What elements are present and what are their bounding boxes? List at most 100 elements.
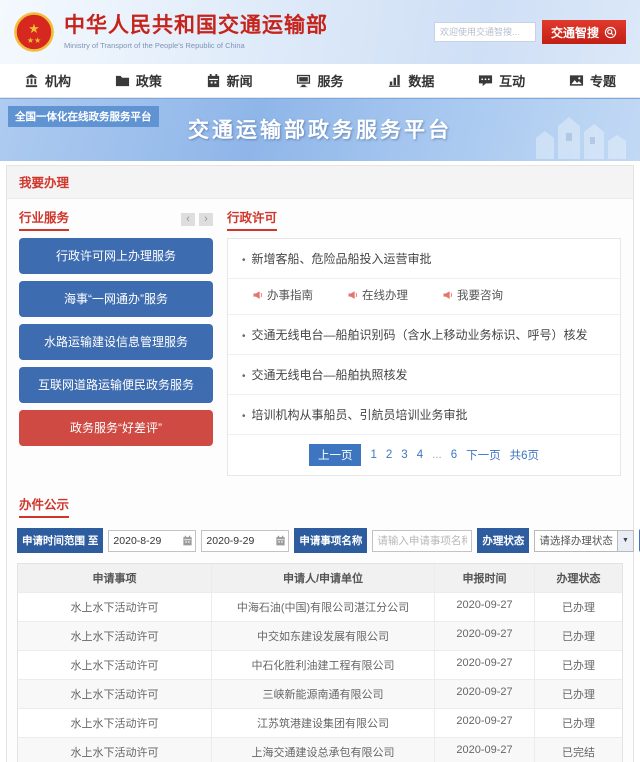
table-header-cell: 申请事项 xyxy=(18,564,211,592)
industry-service-button[interactable]: 海事“一网通办”服务 xyxy=(19,281,213,317)
nav-item-label: 专题 xyxy=(590,71,616,90)
site-subtitle: Ministry of Transport of the People's Re… xyxy=(64,41,328,50)
monitor-icon xyxy=(296,73,311,88)
license-item[interactable]: 培训机构从事船员、引航员培训业务审批 xyxy=(228,395,620,435)
folder-icon xyxy=(115,73,130,88)
bullet-icon xyxy=(242,252,252,266)
table-header-row: 申请事项申请人/申请单位申报时间办理状态 xyxy=(18,564,622,592)
applications-table: 申请事项申请人/申请单位申报时间办理状态 水上水下活动许可中海石油(中国)有限公… xyxy=(17,563,623,762)
nav-item[interactable]: 机构 xyxy=(24,71,71,90)
industry-services-panel: 行业服务 行政许可网上办理服务海事“一网通办”服务水路运输建设信息管理服务互联网… xyxy=(19,207,213,476)
table-cell: 已办理 xyxy=(534,650,622,679)
nav-item[interactable]: 互动 xyxy=(478,71,525,90)
license-item[interactable]: 交通无线电台—船舶执照核发 xyxy=(228,355,620,395)
table-cell: 中交如东建设发展有限公司 xyxy=(211,621,434,650)
license-item-label: 交通无线电台—船舶执照核发 xyxy=(252,368,408,382)
table-row[interactable]: 水上水下活动许可江苏筑港建设集团有限公司2020-09-27已办理 xyxy=(18,708,622,737)
date-to-box xyxy=(201,530,289,552)
pagination-next[interactable]: 下一页 xyxy=(466,447,501,463)
quick-link[interactable]: 我要咨询 xyxy=(442,287,503,303)
megaphone-icon xyxy=(252,289,264,301)
pagination-page[interactable]: 6 xyxy=(451,449,457,461)
pagination-page[interactable]: 2 xyxy=(386,449,392,461)
license-item[interactable]: 交通无线电台—船舶识别码（含水上移动业务标识、呼号）核发 xyxy=(228,315,620,355)
handle-columns: 行业服务 行政许可网上办理服务海事“一网通办”服务水路运输建设信息管理服务互联网… xyxy=(7,199,633,486)
license-item-label: 交通无线电台—船舶识别码（含水上移动业务标识、呼号）核发 xyxy=(252,328,588,342)
industry-services-header: 行业服务 xyxy=(19,207,213,231)
nav-bar: 机构 政策 新闻 服务 数据 互动 专题 xyxy=(0,64,640,98)
page: ★★★ 中华人民共和国交通运输部 Ministry of Transport o… xyxy=(0,0,640,762)
industry-service-button[interactable]: 行政许可网上办理服务 xyxy=(19,238,213,274)
license-item[interactable]: 新增客船、危险品船投入运营审批 xyxy=(228,239,620,279)
pagination-page[interactable]: 3 xyxy=(401,449,407,461)
site-header: ★★★ 中华人民共和国交通运输部 Ministry of Transport o… xyxy=(0,0,640,64)
table-cell: 2020-09-27 xyxy=(434,708,534,737)
pagination-prev[interactable]: 上一页 xyxy=(309,444,362,466)
table-cell: 中海石油(中国)有限公司湛江分公司 xyxy=(211,592,434,621)
notice-section-header: 办件公示 xyxy=(7,486,633,522)
table-row[interactable]: 水上水下活动许可中海石油(中国)有限公司湛江分公司2020-09-27已办理 xyxy=(18,592,622,621)
table-cell: 水上水下活动许可 xyxy=(18,650,211,679)
nav-item[interactable]: 专题 xyxy=(569,71,616,90)
pagination-total: 共6页 xyxy=(510,447,539,463)
table-cell: 水上水下活动许可 xyxy=(18,621,211,650)
bank-icon xyxy=(24,73,39,88)
table-cell: 已办理 xyxy=(534,621,622,650)
bullet-icon xyxy=(242,328,252,342)
quick-link-label: 在线办理 xyxy=(362,287,408,303)
pagination-page[interactable]: 4 xyxy=(417,449,423,461)
nav-item-label: 数据 xyxy=(408,71,434,90)
calendar-icon[interactable] xyxy=(275,535,286,546)
table-cell: 江苏筑港建设集团有限公司 xyxy=(211,708,434,737)
handle-section-bar: 我要办理 xyxy=(7,166,633,199)
table-row[interactable]: 水上水下活动许可三峡新能源南通有限公司2020-09-27已办理 xyxy=(18,679,622,708)
industry-services-title: 行业服务 xyxy=(19,207,69,231)
license-list-panel: 新增客船、危险品船投入运营审批办事指南 在线办理 我要咨询交通无线电台—船舶识别码（… xyxy=(227,238,621,476)
table-body: 水上水下活动许可中海石油(中国)有限公司湛江分公司2020-09-27已办理水上… xyxy=(18,592,622,762)
chevron-right-icon[interactable] xyxy=(199,213,213,226)
table-cell: 已完结 xyxy=(534,737,622,762)
industry-service-button[interactable]: 互联网道路运输便民政务服务 xyxy=(19,367,213,403)
admin-license-header: 行政许可 xyxy=(227,207,621,231)
quick-link-label: 我要咨询 xyxy=(457,287,503,303)
platform-badge: 全国一体化在线政务服务平台 xyxy=(8,106,159,127)
nav-item[interactable]: 服务 xyxy=(296,71,343,90)
quick-link[interactable]: 在线办理 xyxy=(347,287,408,303)
search-input[interactable] xyxy=(434,22,536,42)
nav-item-label: 新闻 xyxy=(227,71,253,90)
table-cell: 2020-09-27 xyxy=(434,679,534,708)
date-range-label: 申请时间范围 至 xyxy=(17,528,103,553)
industry-service-button[interactable]: 水路运输建设信息管理服务 xyxy=(19,324,213,360)
quick-link[interactable]: 办事指南 xyxy=(252,287,313,303)
bar-chart-icon xyxy=(387,73,402,88)
table-cell: 2020-09-27 xyxy=(434,621,534,650)
table-header-cell: 办理状态 xyxy=(534,564,622,592)
nav-item-label: 政策 xyxy=(136,71,162,90)
item-name-input[interactable] xyxy=(372,530,472,552)
nav-item[interactable]: 新闻 xyxy=(206,71,253,90)
status-select-value: 请选择办理状态 xyxy=(539,533,617,548)
chevron-left-icon[interactable] xyxy=(181,213,195,226)
table-row[interactable]: 水上水下活动许可上海交通建设总承包有限公司2020-09-27已完结 xyxy=(18,737,622,762)
date-from-box xyxy=(108,530,196,552)
nav-item[interactable]: 政策 xyxy=(115,71,162,90)
industry-service-button[interactable]: 政务服务“好差评” xyxy=(19,410,213,446)
filter-bar: 申请时间范围 至 申请事项名称 办理状态 请选择办理状态 查询 xyxy=(7,522,633,561)
smart-search-button[interactable]: 交通智搜 xyxy=(542,20,626,44)
license-pagination: 上一页 1234... 6 下一页共6页 xyxy=(228,435,620,475)
site-title-block: 中华人民共和国交通运输部 Ministry of Transport of th… xyxy=(64,14,328,49)
status-select[interactable]: 请选择办理状态 xyxy=(534,530,634,552)
banner: 全国一体化在线政务服务平台 交通运输部政务服务平台 xyxy=(0,98,640,161)
nav-item[interactable]: 数据 xyxy=(387,71,434,90)
table-header-cell: 申报时间 xyxy=(434,564,534,592)
table-row[interactable]: 水上水下活动许可中交如东建设发展有限公司2020-09-27已办理 xyxy=(18,621,622,650)
calendar-icon[interactable] xyxy=(182,535,193,546)
pagination-ellipsis: ... xyxy=(432,449,442,461)
svg-text:★★: ★★ xyxy=(27,36,41,45)
pagination-page[interactable]: 1 xyxy=(370,449,376,461)
bullet-icon xyxy=(242,368,252,382)
table-row[interactable]: 水上水下活动许可中石化胜利油建工程有限公司2020-09-27已办理 xyxy=(18,650,622,679)
site-title: 中华人民共和国交通运输部 xyxy=(64,14,328,37)
table-cell: 已办理 xyxy=(534,592,622,621)
search-area: 交通智搜 xyxy=(434,20,626,44)
